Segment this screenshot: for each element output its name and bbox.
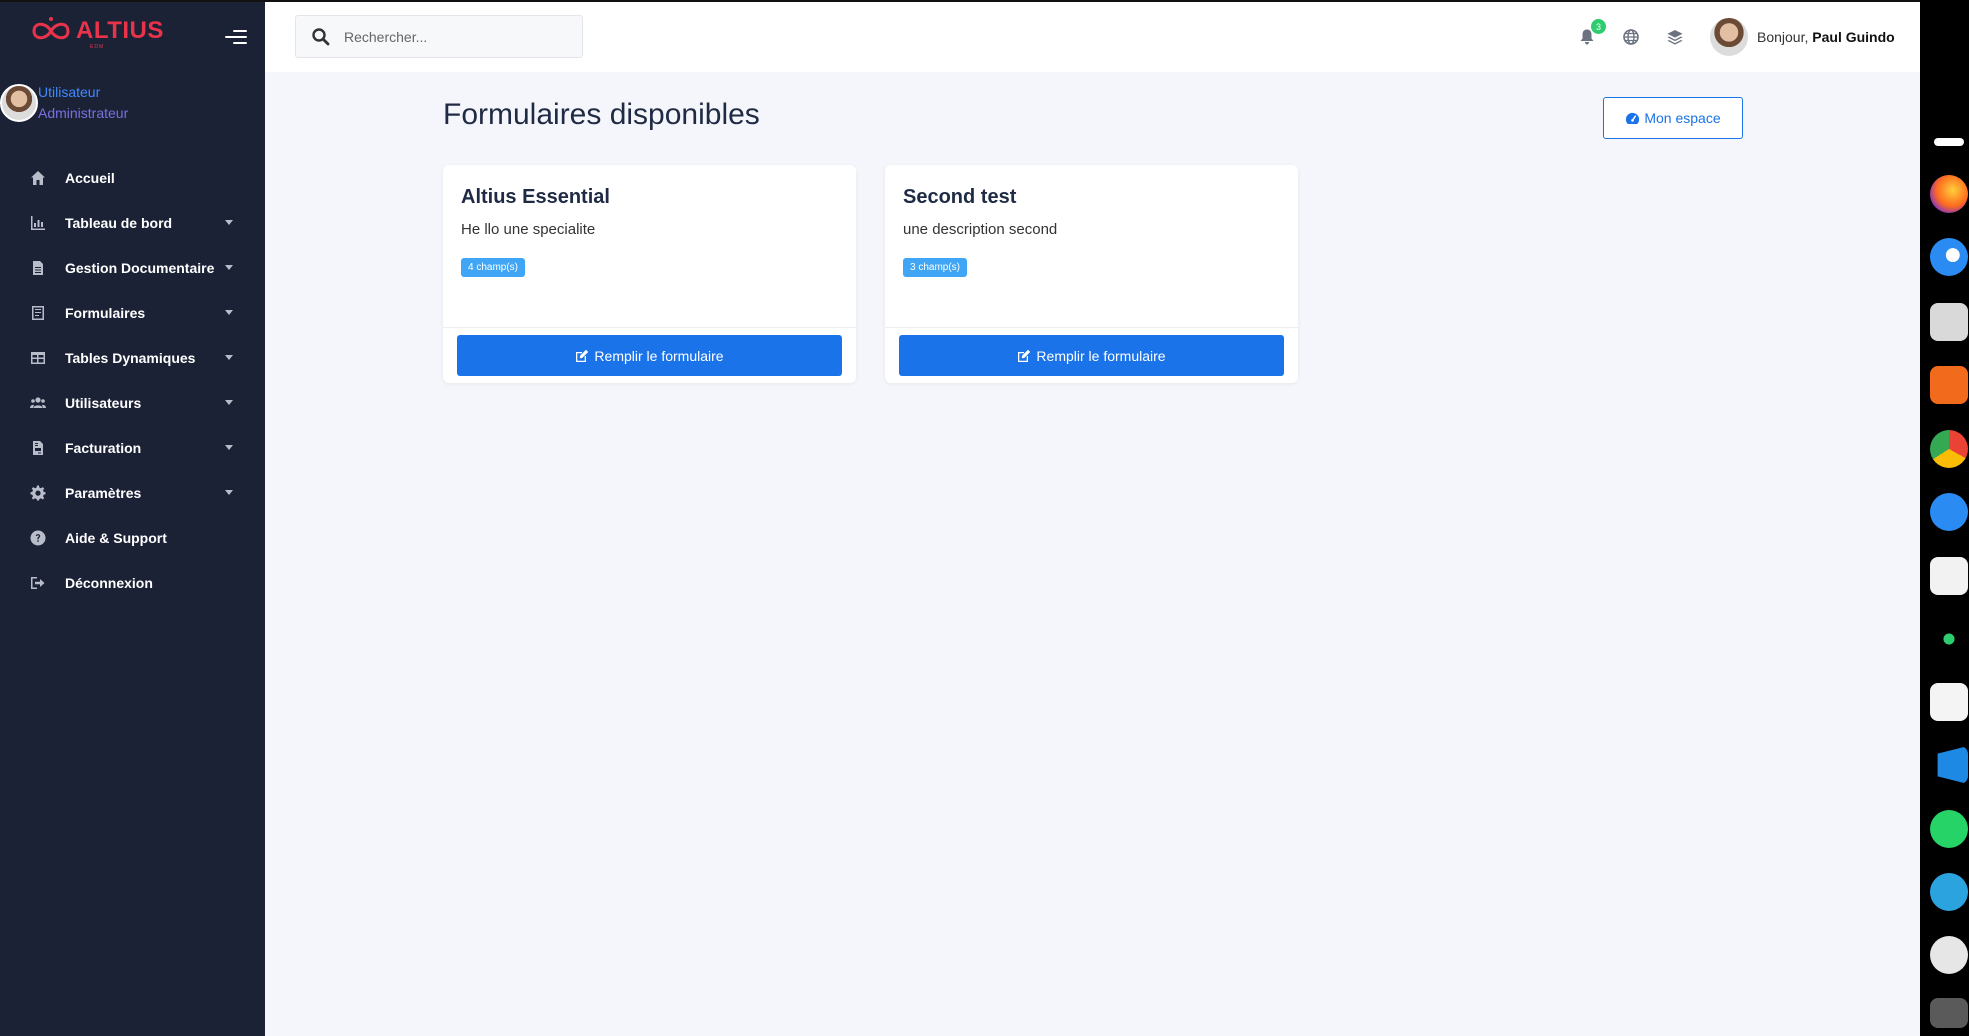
sidebar-item-parametres[interactable]: Paramètres xyxy=(0,470,265,515)
search-box xyxy=(295,15,583,58)
menu-toggle-icon[interactable] xyxy=(225,30,247,46)
help-icon[interactable] xyxy=(1930,493,1968,531)
form-card-description: une description second xyxy=(903,221,1058,238)
dashboard-icon xyxy=(1626,112,1640,124)
page-title: Formulaires disponibles xyxy=(443,98,760,131)
clock-icon[interactable] xyxy=(1930,936,1968,974)
users-icon xyxy=(30,395,46,411)
xournal-icon[interactable] xyxy=(1930,683,1968,721)
sidebar-user: Utilisateur Administrateur xyxy=(0,82,128,124)
trash-icon[interactable] xyxy=(1930,998,1968,1028)
user-name: Paul Guindo xyxy=(1812,29,1895,45)
main-content: 3 Bonjour, Paul Guindo Formulaires dispo… xyxy=(265,2,1920,1036)
files-icon[interactable] xyxy=(1930,303,1968,341)
search-input[interactable] xyxy=(344,28,564,45)
chart-icon xyxy=(30,215,46,231)
chevron-down-icon xyxy=(225,310,233,315)
notification-badge: 3 xyxy=(1591,19,1606,34)
firefox-icon[interactable] xyxy=(1930,175,1968,213)
search-icon[interactable] xyxy=(311,27,331,47)
form-card-title: Second test xyxy=(903,186,1017,208)
sidebar-item-label: Paramètres xyxy=(65,484,142,501)
card-divider xyxy=(443,327,856,328)
fill-form-button[interactable]: Remplir le formulaire xyxy=(899,335,1284,376)
chevron-down-icon xyxy=(225,445,233,450)
sidebar-item-label: Aide & Support xyxy=(65,529,167,546)
sidebar-item-tableau-de-bord[interactable]: Tableau de bord xyxy=(0,200,265,245)
sidebar-item-label: Déconnexion xyxy=(65,574,153,591)
sidebar-item-aide-support[interactable]: Aide & Support xyxy=(0,515,265,560)
table-icon xyxy=(30,350,46,366)
fill-form-label: Remplir le formulaire xyxy=(594,347,724,364)
greeting-text: Bonjour, xyxy=(1757,29,1809,45)
file-icon xyxy=(30,260,46,276)
apps-grid-icon[interactable] xyxy=(1930,620,1968,658)
fill-form-label: Remplir le formulaire xyxy=(1036,347,1166,364)
vscode-icon[interactable] xyxy=(1937,746,1968,784)
os-dock xyxy=(1920,130,1969,1036)
brand-subtitle: EDM xyxy=(90,44,105,50)
chevron-down-icon xyxy=(225,490,233,495)
sidebar-item-facturation[interactable]: Facturation xyxy=(0,425,265,470)
sidebar-item-label: Accueil xyxy=(65,169,115,186)
sidebar-item-utilisateurs[interactable]: Utilisateurs xyxy=(0,380,265,425)
app-store-icon[interactable] xyxy=(1930,366,1968,404)
gimp-icon[interactable] xyxy=(1930,557,1968,595)
form-card: Altius Essential He llo une specialite 4… xyxy=(443,165,856,383)
fields-count-badge: 3 champ(s) xyxy=(903,258,968,277)
sidebar: ALTIUS EDM Utilisateur Administrateur Ac… xyxy=(0,2,265,1036)
edit-icon xyxy=(576,349,589,362)
chrome-icon[interactable] xyxy=(1930,430,1968,468)
layers-icon[interactable] xyxy=(1666,28,1684,46)
chevron-down-icon xyxy=(225,265,233,270)
fields-count-badge: 4 champ(s) xyxy=(461,258,526,277)
user-greeting[interactable]: Bonjour, Paul Guindo xyxy=(1757,29,1895,45)
sidebar-item-label: Tables Dynamiques xyxy=(65,349,196,366)
telegram-icon[interactable] xyxy=(1930,873,1968,911)
chevron-down-icon xyxy=(225,220,233,225)
brand-logo[interactable]: ALTIUS xyxy=(30,16,164,46)
sidebar-item-label: Tableau de bord xyxy=(65,214,173,231)
globe-icon[interactable] xyxy=(1622,28,1640,46)
sidebar-nav: Accueil Tableau de bord Gestion Document… xyxy=(0,155,265,605)
sidebar-item-label: Utilisateurs xyxy=(65,394,142,411)
thunderbird-icon[interactable] xyxy=(1930,238,1968,276)
sidebar-item-formulaires[interactable]: Formulaires xyxy=(0,290,265,335)
chevron-down-icon xyxy=(225,355,233,360)
help-icon xyxy=(30,530,46,546)
user-role: Utilisateur xyxy=(38,84,101,100)
sidebar-item-tables-dynamiques[interactable]: Tables Dynamiques xyxy=(0,335,265,380)
mon-espace-label: Mon espace xyxy=(1644,110,1721,126)
brand-name: ALTIUS xyxy=(76,17,164,44)
infinity-logo-icon xyxy=(32,17,70,40)
logout-icon xyxy=(30,575,46,591)
mon-espace-button[interactable]: Mon espace xyxy=(1603,97,1743,139)
user-title: Administrateur xyxy=(38,105,129,121)
form-card: Second test une description second 3 cha… xyxy=(885,165,1298,383)
home-icon xyxy=(30,170,46,186)
avatar xyxy=(0,84,38,122)
user-avatar[interactable] xyxy=(1710,18,1748,56)
chevron-down-icon xyxy=(225,400,233,405)
whatsapp-icon[interactable] xyxy=(1930,810,1968,848)
sidebar-item-gestion-documentaire[interactable]: Gestion Documentaire xyxy=(0,245,265,290)
dock-handle-icon[interactable] xyxy=(1934,138,1964,146)
sidebar-item-accueil[interactable]: Accueil xyxy=(0,155,265,200)
invoice-icon xyxy=(30,440,46,456)
edit-icon xyxy=(1018,349,1031,362)
form-card-title: Altius Essential xyxy=(461,186,610,208)
form-card-description: He llo une specialite xyxy=(461,221,596,238)
card-divider xyxy=(885,327,1298,328)
topbar: 3 Bonjour, Paul Guindo xyxy=(265,2,1920,72)
sidebar-item-label: Formulaires xyxy=(65,304,146,321)
fill-form-button[interactable]: Remplir le formulaire xyxy=(457,335,842,376)
sidebar-item-deconnexion[interactable]: Déconnexion xyxy=(0,560,265,605)
gear-icon xyxy=(30,485,46,501)
sidebar-item-label: Facturation xyxy=(65,439,142,456)
sidebar-item-label: Gestion Documentaire xyxy=(65,259,215,276)
form-icon xyxy=(30,305,46,321)
